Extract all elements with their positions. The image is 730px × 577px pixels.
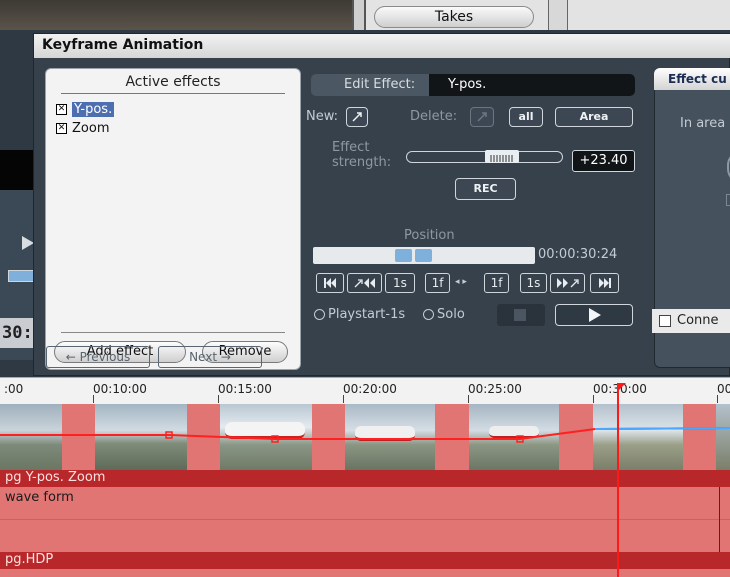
skip-start-icon: [324, 278, 336, 288]
ruler-label: :00: [4, 382, 24, 396]
strength-label-2: strength:: [332, 155, 392, 170]
radio-icon[interactable]: [314, 309, 325, 320]
back-1s-button[interactable]: 1s: [385, 273, 415, 293]
audio-track-label: pg.HDP: [5, 552, 54, 567]
skip-end-icon: [598, 278, 611, 288]
position-label: Position: [404, 228, 455, 243]
forward-1s-button[interactable]: 1s: [520, 273, 547, 293]
video-track-label: pg Y-pos. Zoom: [5, 470, 106, 485]
position-timecode: 00:00:30:24: [538, 247, 618, 262]
separator: [548, 0, 568, 30]
effect-cut-tab[interactable]: Effect cu: [654, 68, 730, 90]
new-keyframe-button[interactable]: [346, 107, 368, 127]
effect-item-label: Y-pos.: [72, 102, 115, 117]
audio-waveform-line: [0, 519, 730, 520]
grip-icon: [490, 155, 513, 162]
rec-button[interactable]: REC: [455, 178, 516, 200]
delete-all-button[interactable]: all: [509, 107, 543, 127]
active-effects-panel: Active effects ✕ Y-pos. ✕ Zoom Add effect …: [45, 68, 301, 370]
go-to-start-button[interactable]: [316, 273, 344, 293]
position-slider-thumb[interactable]: [395, 249, 412, 262]
effect-item-label: Zoom: [72, 121, 110, 136]
next-button[interactable]: Next →: [158, 346, 262, 368]
effect-item-ypos[interactable]: ✕ Y-pos.: [56, 102, 115, 120]
stop-button[interactable]: [497, 304, 545, 326]
ruler-tick: [343, 395, 344, 403]
ruler-tick: [717, 395, 718, 403]
playstart-label: Playstart-1s: [328, 307, 406, 322]
ruler-tick: [468, 395, 469, 403]
ruler-label: 00:25:00: [468, 382, 522, 396]
small-checkbox[interactable]: [726, 194, 730, 206]
new-label: New:: [306, 109, 339, 124]
area-button[interactable]: Area: [555, 107, 633, 127]
go-to-end-button[interactable]: [590, 273, 619, 293]
separator: [352, 0, 366, 30]
ruler-label: 00:20:00: [343, 382, 397, 396]
forward-1f-button[interactable]: 1f: [484, 273, 509, 293]
takes-button[interactable]: Takes: [374, 6, 534, 28]
keyframe-icon: [352, 112, 362, 122]
edit-effect-value: Y-pos.: [448, 77, 487, 92]
solo-label: Solo: [437, 307, 465, 322]
prev-keyframe-icon: [354, 278, 375, 288]
ruler-tick: [593, 395, 594, 403]
dialog-title: Keyframe Animation: [42, 37, 204, 53]
checkbox-icon[interactable]: ✕: [56, 104, 67, 115]
strength-label: Effect: [332, 140, 370, 155]
ruler-label: 00:10:00: [93, 382, 147, 396]
previous-keyframe-button[interactable]: [347, 273, 382, 293]
radio-icon[interactable]: [423, 309, 434, 320]
next-keyframe-icon: [556, 278, 579, 288]
strength-value-field[interactable]: +23.40: [572, 150, 635, 172]
edit-effect-label: Edit Effect:: [344, 77, 416, 92]
ruler-label: 00:15:00: [218, 382, 272, 396]
playhead-marker-icon[interactable]: [617, 383, 626, 392]
ruler-tick: [93, 395, 94, 403]
playhead[interactable]: [617, 389, 619, 577]
effect-item-zoom[interactable]: ✕ Zoom: [56, 121, 109, 139]
ruler-label: 00: [717, 382, 730, 396]
keyframe-animation-dialog: Keyframe Animation Active effects ✕ Y-pos…: [33, 33, 730, 376]
checkbox-icon[interactable]: ✕: [56, 123, 67, 134]
audio-track-text: wave form: [5, 490, 74, 505]
video-preview: [0, 0, 352, 30]
audio-track-label-bar: [0, 552, 730, 569]
divider: [61, 93, 285, 94]
dialog-titlebar[interactable]: Keyframe Animation: [34, 34, 730, 58]
back-1f-button[interactable]: 1f: [425, 273, 450, 293]
divider: [61, 332, 285, 333]
stop-icon: [514, 309, 526, 321]
active-effects-heading: Active effects: [125, 74, 221, 90]
play-icon: [589, 308, 601, 322]
video-track-label-bar: [0, 470, 730, 487]
connect-label: Conne: [677, 313, 719, 328]
strength-slider-thumb[interactable]: [485, 150, 519, 163]
step-arrows-icon: ◂ ▸: [455, 277, 467, 287]
previous-button[interactable]: ← Previous: [46, 346, 150, 368]
position-slider-thumb[interactable]: [415, 249, 432, 262]
ruler-tick: [218, 395, 219, 403]
delete-keyframe-button[interactable]: [470, 107, 494, 127]
checkbox-icon[interactable]: [659, 314, 671, 327]
connect-option[interactable]: Conne: [652, 309, 730, 333]
play-button[interactable]: [555, 304, 633, 326]
next-keyframe-button[interactable]: [550, 273, 585, 293]
in-area-label: In area: [680, 116, 726, 131]
keyframe-icon: [477, 112, 487, 122]
keyframe-curve[interactable]: [0, 404, 730, 470]
playstart-radio[interactable]: Playstart-1s: [314, 307, 405, 322]
track-edge: [719, 487, 730, 552]
solo-radio[interactable]: Solo: [423, 307, 465, 322]
track-area: [0, 569, 730, 577]
delete-label: Delete:: [410, 109, 458, 124]
